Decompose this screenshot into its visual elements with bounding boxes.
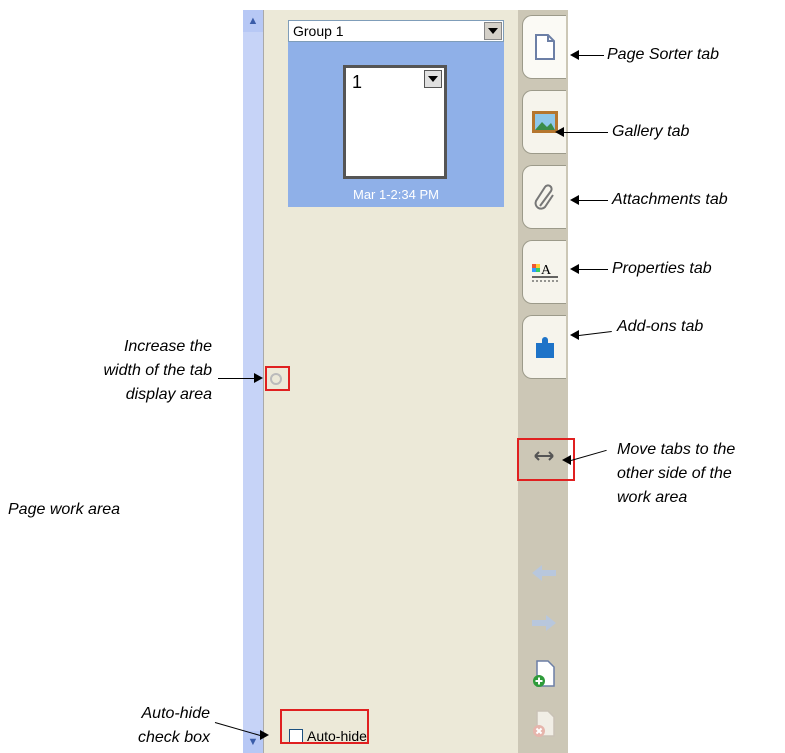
callout-line	[579, 269, 608, 270]
properties-icon: A	[531, 263, 558, 282]
callout-increase-width: Increase the width of the tab display ar…	[103, 338, 212, 403]
tab-attachments[interactable]	[522, 165, 566, 229]
arrow-left-icon	[570, 330, 579, 340]
arrow-left-icon	[570, 50, 579, 60]
page-number: 1	[352, 72, 363, 92]
page-thumbnail-area: 1 Mar 1-2:34 PM	[288, 42, 504, 207]
arrow-left-icon	[570, 264, 579, 274]
arrow-left-icon	[532, 565, 556, 581]
delete-page-button[interactable]	[528, 708, 560, 740]
callout-line	[570, 449, 607, 461]
chevron-down-icon[interactable]	[484, 22, 502, 40]
callout-page-sorter: Page Sorter tab	[607, 46, 720, 63]
svg-text:A: A	[541, 263, 552, 278]
arrow-right-icon	[260, 730, 269, 740]
callout-gallery: Gallery tab	[612, 123, 690, 140]
callout-move-tabs: Move tabs to the other side of the work …	[617, 441, 736, 506]
next-page-button[interactable]	[528, 607, 560, 639]
page-thumbnail[interactable]: 1	[343, 65, 447, 179]
callout-line	[579, 55, 604, 56]
add-page-button[interactable]	[528, 658, 560, 690]
page-timestamp: Mar 1-2:34 PM	[353, 187, 439, 202]
tab-display-area: Group 1 1 Mar 1-2:34 PM Auto-hide	[263, 10, 519, 753]
callout-line	[578, 330, 612, 336]
tab-add-ons[interactable]	[522, 315, 566, 379]
delete-page-icon	[533, 710, 555, 737]
arrow-left-icon	[562, 455, 571, 465]
callout-line	[218, 378, 254, 379]
puzzle-icon	[535, 337, 554, 358]
tab-gallery[interactable]	[522, 90, 566, 154]
group-select[interactable]: Group 1	[288, 20, 504, 42]
previous-page-button[interactable]	[528, 557, 560, 589]
scroll-up-button[interactable]: ▲	[243, 10, 263, 32]
callout-line	[579, 200, 608, 201]
tab-properties[interactable]: A	[522, 240, 566, 304]
callout-properties: Properties tab	[612, 260, 712, 277]
tab-page-sorter[interactable]	[522, 15, 566, 79]
paperclip-icon	[534, 184, 554, 210]
callout-attachments: Attachments tab	[612, 191, 728, 208]
page-icon	[534, 34, 555, 60]
arrow-left-icon	[555, 127, 564, 137]
arrow-left-icon	[570, 195, 579, 205]
add-page-icon	[533, 660, 555, 687]
callout-line	[564, 132, 608, 133]
callout-page-work-area: Page work area	[8, 501, 121, 518]
callout-autohide: Auto-hide check box	[137, 705, 210, 746]
tab-strip: A	[518, 10, 568, 753]
arrow-right-icon	[532, 615, 556, 631]
callout-add-ons: Add-ons tab	[617, 318, 704, 335]
page-menu-button[interactable]	[424, 70, 442, 88]
arrow-right-icon	[254, 373, 263, 383]
group-select-value: Group 1	[293, 23, 344, 39]
autohide-highlight	[280, 709, 369, 744]
increase-width-highlight	[265, 366, 290, 391]
